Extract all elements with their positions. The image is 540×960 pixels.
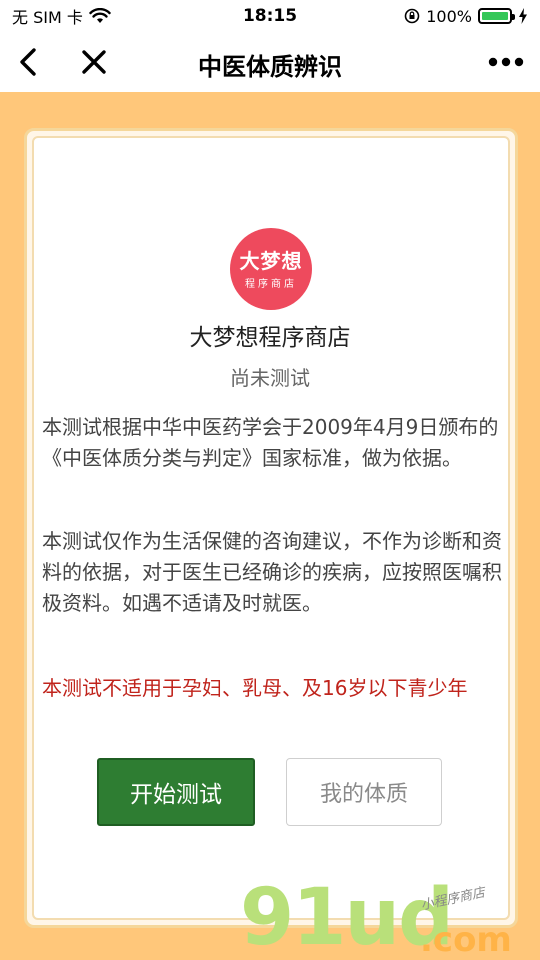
watermark-domain: .com	[420, 920, 512, 960]
battery-fill	[482, 12, 508, 20]
battery-percent: 100%	[426, 6, 472, 26]
status-left: 无 SIM 卡	[12, 4, 111, 28]
shop-name: 大梦想程序商店	[189, 325, 351, 351]
status-bar: 无 SIM 卡 18:15 100%	[0, 0, 540, 32]
charging-icon	[519, 8, 527, 24]
more-dots-icon	[488, 57, 524, 67]
more-button[interactable]	[486, 44, 526, 80]
my-constitution-button[interactable]: 我的体质	[286, 758, 442, 826]
shop-logo: 大梦想 程序商店	[230, 228, 312, 310]
start-test-button[interactable]: 开始测试	[97, 758, 255, 826]
rotation-lock-icon	[404, 8, 420, 24]
chevron-left-icon	[20, 48, 36, 76]
logo-main-text: 大梦想	[239, 248, 303, 273]
logo-sub-text: 程序商店	[245, 278, 297, 290]
wifi-icon	[89, 8, 111, 23]
nav-bar: 中医体质辨识	[0, 32, 540, 92]
warning-text: 本测试不适用于孕妇、乳母、及16岁以下青少年	[42, 676, 468, 700]
carrier-label: 无 SIM 卡	[12, 8, 83, 27]
close-button[interactable]	[76, 44, 112, 80]
battery-icon	[478, 8, 515, 24]
close-icon	[82, 50, 106, 74]
disclaimer-paragraph: 本测试仅作为生活保健的咨询建议，不作为诊断和资料的依据，对于医生已经确诊的疾病，…	[42, 529, 502, 615]
back-button[interactable]	[10, 44, 46, 80]
test-status: 尚未测试	[230, 366, 310, 390]
status-right: 100%	[404, 7, 528, 26]
intro-paragraph: 本测试根据中华中医药学会于2009年4月9日颁布的《中医体质分类与判定》国家标准…	[42, 415, 499, 470]
